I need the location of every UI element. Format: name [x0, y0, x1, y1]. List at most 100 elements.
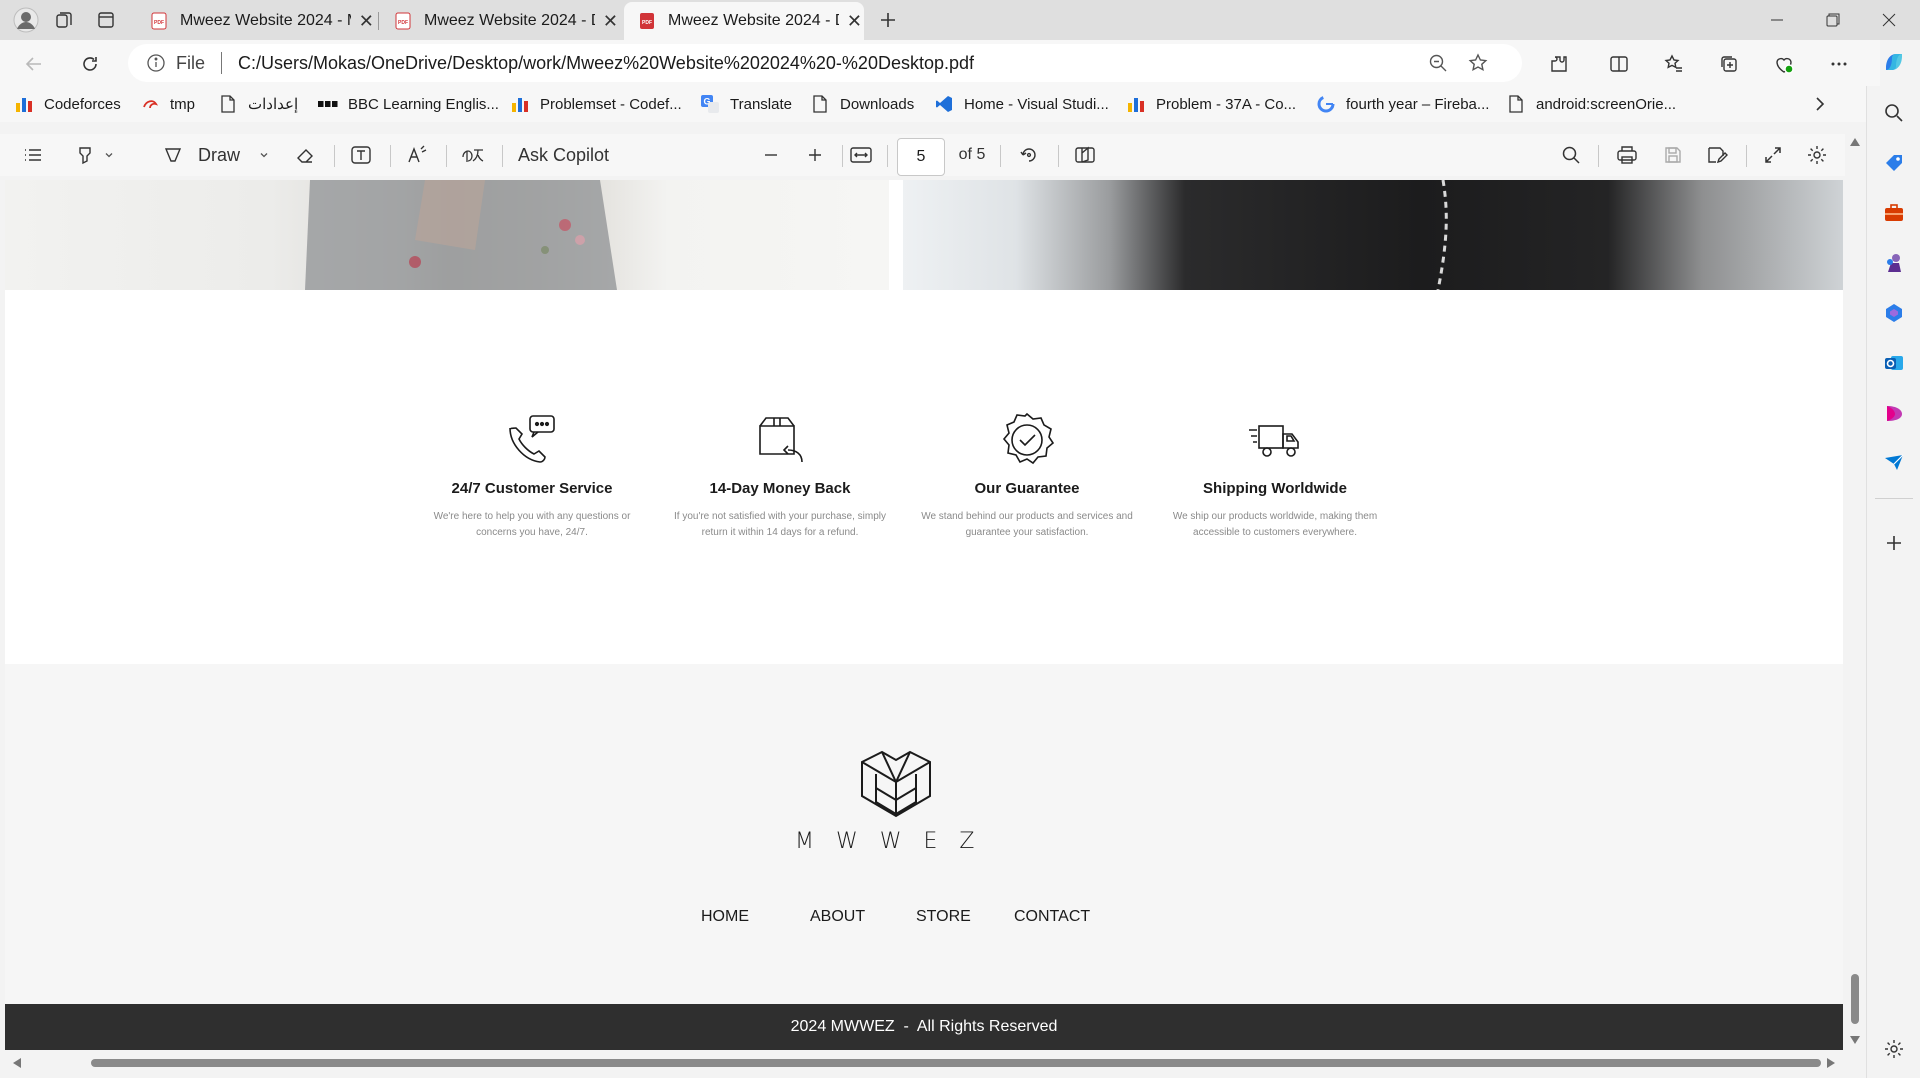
page-view-icon[interactable] — [1070, 138, 1100, 172]
favorite-star-icon[interactable] — [1468, 53, 1488, 73]
translate-page-icon[interactable] — [458, 138, 488, 172]
box-return-icon — [750, 410, 810, 470]
favorites-icon[interactable] — [1658, 48, 1690, 80]
bookmark-item[interactable]: G Translate — [700, 92, 792, 116]
bar-chart-icon — [1126, 94, 1146, 114]
scroll-down-arrow-icon[interactable] — [1850, 1036, 1860, 1044]
read-aloud-icon[interactable] — [402, 138, 432, 172]
extensions-icon[interactable] — [1543, 48, 1575, 80]
outlook-icon[interactable] — [1881, 350, 1907, 376]
pdf-icon: PDF — [394, 12, 412, 30]
sidebar-settings-gear-icon[interactable] — [1881, 1036, 1907, 1062]
site-footer: MWWEZ HOME ABOUT STORE CONTACT — [5, 664, 1843, 1004]
footer-nav-contact[interactable]: CONTACT — [1014, 908, 1090, 926]
bookmark-item[interactable]: Problem - 37A - Co... — [1126, 92, 1296, 116]
bookmark-item[interactable]: Downloads — [810, 92, 914, 116]
footer-nav-store[interactable]: STORE — [916, 908, 971, 926]
page-icon — [218, 94, 238, 114]
back-icon[interactable] — [18, 48, 50, 80]
horizontal-scroll-thumb[interactable] — [91, 1059, 1821, 1067]
feature-customer-service: 24/7 Customer Service We're here to help… — [412, 410, 652, 541]
svg-text:PDF: PDF — [154, 20, 164, 26]
tab-desktop-pdf-active[interactable]: PDF Mweez Website 2024 - Desktop.pdf ✕ — [624, 2, 864, 40]
tab-mob-pdf[interactable]: PDF Mweez Website 2024 - Mob.pdf ✕ — [136, 2, 376, 40]
close-icon[interactable]: ✕ — [357, 9, 376, 33]
print-icon[interactable] — [1612, 138, 1642, 172]
scroll-left-arrow-icon[interactable] — [13, 1058, 21, 1068]
bookmark-item[interactable]: إعدادات — [218, 92, 298, 116]
browser-essentials-icon[interactable] — [1768, 48, 1800, 80]
page-icon — [810, 94, 830, 114]
bookmarks-overflow-icon[interactable] — [1812, 92, 1828, 116]
pdf-icon: PDF — [150, 12, 168, 30]
vertical-scrollbar[interactable] — [1845, 134, 1865, 1050]
bookmark-item[interactable]: android:screenOrie... — [1506, 92, 1676, 116]
url-text[interactable]: C:/Users/Mokas/OneDrive/Desktop/work/Mwe… — [238, 53, 974, 74]
feature-description: We ship our products worldwide, making t… — [1172, 511, 1378, 538]
brand-wordmark: MWWEZ — [795, 829, 997, 854]
horizontal-scrollbar[interactable] — [5, 1052, 1843, 1074]
address-bar[interactable]: File C:/Users/Mokas/OneDrive/Desktop/wor… — [128, 44, 1522, 82]
save-as-icon[interactable] — [1702, 138, 1732, 172]
tab-desktop-pdf-1[interactable]: PDF Mweez Website 2024 - Desktop.pdf ✕ — [380, 2, 620, 40]
bookmark-item[interactable]: Codeforces — [14, 92, 121, 116]
bookmark-item[interactable]: Problemset - Codef... — [510, 92, 682, 116]
settings-gear-icon[interactable] — [1802, 138, 1832, 172]
pdf-toolbar: Draw Ask Copilot 5 of 5 — [0, 134, 1845, 176]
close-icon[interactable]: ✕ — [601, 9, 620, 33]
zoom-out-button[interactable] — [756, 138, 786, 172]
text-box-icon[interactable] — [346, 138, 376, 172]
minimize-icon[interactable] — [1754, 0, 1800, 40]
restore-icon[interactable] — [1810, 0, 1856, 40]
sidebar-search-icon[interactable] — [1881, 100, 1907, 126]
draw-button[interactable]: Draw — [156, 138, 276, 172]
bookmark-item[interactable]: tmp — [140, 92, 195, 116]
search-icon[interactable] — [1556, 138, 1586, 172]
tab-actions-icon[interactable] — [92, 6, 120, 34]
refresh-icon[interactable] — [74, 48, 106, 80]
footer-nav-about[interactable]: ABOUT — [810, 908, 865, 926]
drop-send-icon[interactable] — [1881, 450, 1907, 476]
bookmark-item[interactable]: BBC Learning Englis... — [318, 92, 499, 116]
games-icon[interactable] — [1881, 250, 1907, 276]
fit-width-icon[interactable] — [846, 138, 876, 172]
save-icon[interactable] — [1658, 138, 1688, 172]
tab-label: Mweez Website 2024 - Mob.pdf — [180, 12, 351, 29]
profile-avatar[interactable] — [12, 6, 40, 34]
tools-briefcase-icon[interactable] — [1881, 200, 1907, 226]
scroll-up-arrow-icon[interactable] — [1850, 138, 1860, 146]
pdf-viewport[interactable]: 24/7 Customer Service We're here to help… — [5, 180, 1843, 1050]
designer-icon[interactable] — [1881, 400, 1907, 426]
bookmark-label: fourth year – Fireba... — [1346, 95, 1490, 113]
workspaces-icon[interactable] — [50, 6, 78, 34]
svg-text:PDF: PDF — [398, 20, 408, 26]
tab-label: Mweez Website 2024 - Desktop.pdf — [668, 12, 839, 29]
microsoft-365-icon[interactable] — [1881, 300, 1907, 326]
bookmark-item[interactable]: Home - Visual Studi... — [934, 92, 1109, 116]
close-window-icon[interactable] — [1866, 0, 1912, 40]
vertical-scroll-thumb[interactable] — [1851, 974, 1859, 1024]
copilot-icon[interactable] — [1878, 46, 1910, 78]
highlight-button[interactable] — [70, 138, 120, 172]
footer-nav-home[interactable]: HOME — [701, 908, 749, 926]
more-menu-icon[interactable] — [1823, 48, 1855, 80]
zoom-in-button[interactable] — [800, 138, 830, 172]
new-tab-icon[interactable] — [874, 6, 902, 34]
page-number-input[interactable]: 5 — [897, 138, 945, 176]
fullscreen-icon[interactable] — [1758, 138, 1788, 172]
add-sidebar-app-icon[interactable] — [1881, 530, 1907, 556]
split-screen-icon[interactable] — [1603, 48, 1635, 80]
contents-icon[interactable] — [18, 138, 48, 172]
collections-icon[interactable] — [1713, 48, 1745, 80]
eraser-icon[interactable] — [290, 138, 320, 172]
scroll-right-arrow-icon[interactable] — [1827, 1058, 1835, 1068]
ask-copilot-button[interactable]: Ask Copilot — [518, 138, 618, 172]
bookmark-item[interactable]: fourth year – Fireba... — [1316, 92, 1489, 116]
rotate-icon[interactable] — [1014, 138, 1044, 172]
close-icon[interactable]: ✕ — [845, 9, 864, 33]
info-icon[interactable] — [146, 53, 166, 73]
tab-label: Mweez Website 2024 - Desktop.pdf — [424, 12, 595, 29]
shopping-tag-icon[interactable] — [1881, 150, 1907, 176]
bookmarks-bar: Codeforces tmp إعدادات BBC Learning Engl… — [0, 86, 1880, 122]
zoom-out-icon[interactable] — [1428, 53, 1448, 73]
